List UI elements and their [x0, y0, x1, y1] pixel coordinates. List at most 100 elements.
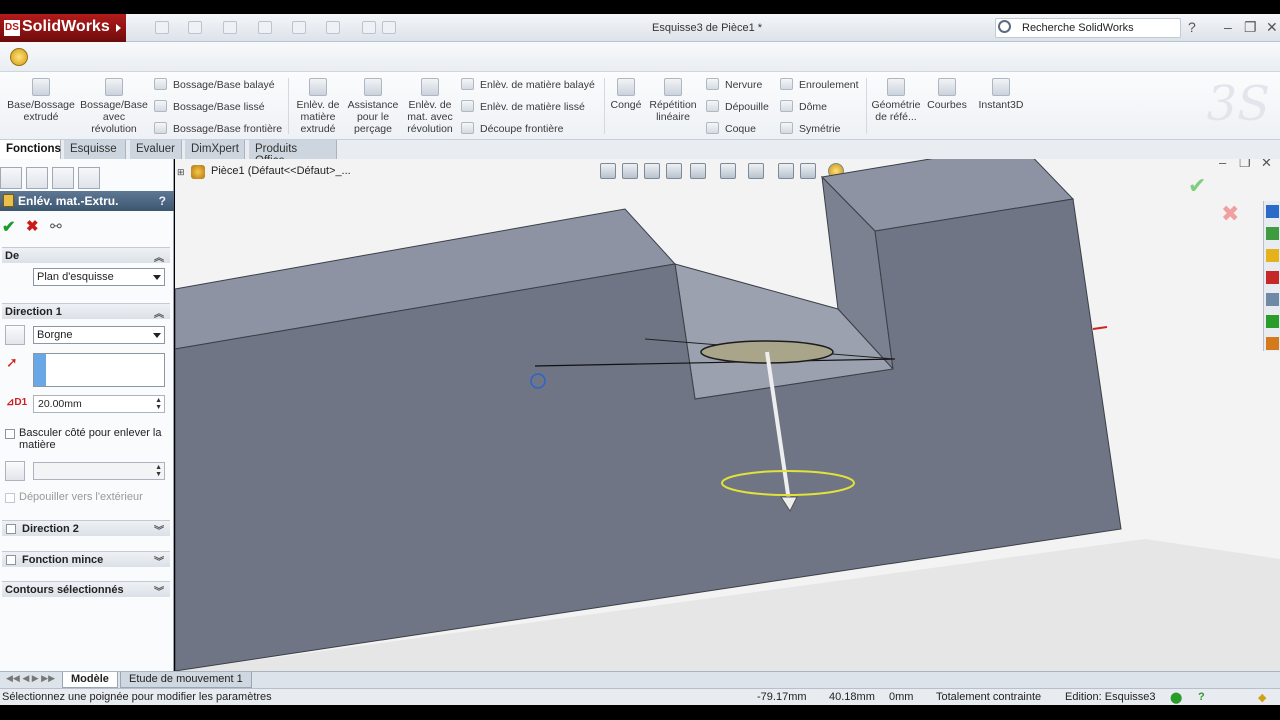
group-direction2[interactable]: Direction 2 ︾: [2, 520, 170, 537]
group-de[interactable]: De ︽: [2, 247, 170, 264]
solidworks-logo[interactable]: DS SolidWorks: [0, 14, 126, 42]
search-results-icon[interactable]: [1266, 271, 1279, 284]
tab-dimxpert[interactable]: DimXpert: [185, 140, 245, 159]
expand-icon: ︾: [154, 526, 164, 537]
thin-feature-label: Fonction mince: [22, 554, 104, 566]
tab-motion-study[interactable]: Etude de mouvement 1: [120, 672, 252, 688]
end-condition-select[interactable]: Borgne: [33, 326, 165, 344]
extrude-cut-button[interactable]: Enlèv. de matière extrudé: [294, 78, 342, 135]
dimxpert-tab-icon[interactable]: [78, 167, 100, 189]
checkbox-icon[interactable]: [5, 493, 15, 503]
expand-icon: ︾: [154, 557, 164, 568]
mirror-icon: [780, 122, 793, 134]
wrap-icon: [780, 78, 793, 90]
curves-button[interactable]: Courbes: [926, 78, 968, 111]
rebuild-icon[interactable]: [362, 21, 376, 34]
custom-properties-icon[interactable]: [1266, 337, 1279, 350]
direction-selection-box[interactable]: [33, 353, 165, 387]
boundary-boss-button[interactable]: Bossage/Base frontière: [154, 122, 282, 135]
tab-produits-office[interactable]: Produits Office: [249, 140, 337, 167]
preview-icon[interactable]: ⚯: [50, 218, 62, 235]
appearances-icon[interactable]: [1266, 315, 1279, 328]
hole-wizard-button[interactable]: Assistance pour le perçage: [346, 78, 400, 135]
revolve-boss-icon: [105, 78, 123, 96]
view-palette-icon[interactable]: [1266, 293, 1279, 306]
rib-button[interactable]: Nervure: [706, 78, 762, 91]
start-condition-select[interactable]: Plan d'esquisse: [33, 268, 165, 286]
depth-input[interactable]: 20.00mm ▲ ▼: [33, 395, 165, 413]
loft-cut-button[interactable]: Enlèv. de matière lissé: [461, 100, 585, 113]
separator: [288, 78, 289, 134]
spin-down-icon[interactable]: ▼: [155, 471, 162, 478]
loft-boss-button[interactable]: Bossage/Base lissé: [154, 100, 265, 113]
minimize-button[interactable]: –: [1224, 19, 1232, 35]
spin-up-icon[interactable]: ▲: [155, 397, 162, 404]
tab-scroll-arrows-icon[interactable]: ◀◀ ◀ ▶ ▶▶: [6, 673, 55, 684]
swept-boss-button[interactable]: Bossage/Base balayé: [154, 78, 275, 91]
help-icon[interactable]: ?: [1188, 19, 1196, 35]
configuration-tab-icon[interactable]: [52, 167, 74, 189]
draft-outward-checkbox[interactable]: Dépouiller vers l'extérieur: [5, 491, 165, 503]
draft-toggle-icon[interactable]: [5, 461, 25, 481]
property-manager-tab-icon[interactable]: [26, 167, 48, 189]
boundary-cut-button[interactable]: Découpe frontière: [461, 122, 563, 135]
flip-side-checkbox[interactable]: Basculer côté pour enlever la matière: [5, 427, 165, 451]
checkbox-icon[interactable]: [6, 555, 16, 565]
linear-pattern-button[interactable]: Répétition linéaire: [646, 78, 700, 123]
select-icon[interactable]: [326, 21, 340, 34]
reverse-direction-icon[interactable]: [5, 325, 25, 345]
revolve-cut-label: Enlèv. de mat. avec révolution: [407, 99, 453, 135]
graphics-area[interactable]: ⊞ Pièce1 (Défaut<<Défaut>_... – ❐ ✕ ✔ ✖: [175, 159, 1280, 671]
feature-tree-tab-icon[interactable]: [0, 167, 22, 189]
tools-status-icon[interactable]: ◆: [1258, 691, 1266, 704]
design-library-icon[interactable]: [1266, 227, 1279, 240]
group-selected-contours[interactable]: Contours sélectionnés ︾: [2, 581, 170, 598]
print-icon[interactable]: [258, 21, 272, 34]
draft-button[interactable]: Dépouille: [706, 100, 769, 113]
new-document-icon[interactable]: [155, 21, 169, 34]
file-explorer-icon[interactable]: [1266, 249, 1279, 262]
feature-manager-icon[interactable]: [10, 48, 28, 66]
instant3d-button[interactable]: Instant3D: [974, 78, 1028, 111]
reference-geometry-button[interactable]: Géométrie de réfé...: [870, 78, 922, 123]
tab-evaluer[interactable]: Evaluer: [130, 140, 182, 159]
restore-button[interactable]: ❐: [1244, 19, 1257, 36]
undo-icon[interactable]: [292, 21, 306, 34]
help-icon[interactable]: ?: [159, 194, 166, 208]
rib-icon: [706, 78, 719, 90]
extrude-cut-icon: [309, 78, 327, 96]
open-icon[interactable]: [188, 21, 202, 34]
revolve-cut-button[interactable]: Enlèv. de mat. avec révolution: [404, 78, 456, 135]
search-input[interactable]: Recherche SolidWorks: [995, 18, 1181, 38]
wrap-button[interactable]: Enroulement: [780, 78, 859, 91]
shell-button[interactable]: Coque: [706, 122, 756, 135]
checkbox-icon[interactable]: [5, 429, 15, 439]
checkbox-icon[interactable]: [6, 524, 16, 534]
resources-icon[interactable]: [1266, 205, 1279, 218]
close-button[interactable]: ✕: [1266, 19, 1278, 36]
fillet-button[interactable]: Congé: [608, 78, 644, 111]
cancel-icon[interactable]: ✖: [26, 217, 39, 235]
tab-esquisse[interactable]: Esquisse: [64, 140, 126, 159]
draft-angle-input[interactable]: ▲ ▼: [33, 462, 165, 480]
tab-fonctions[interactable]: Fonctions: [0, 140, 61, 159]
title-bar: DS SolidWorks Esquisse3 de Pièce1 * Reche…: [0, 14, 1280, 42]
save-icon[interactable]: [223, 21, 237, 34]
group-thin-feature[interactable]: Fonction mince ︾: [2, 551, 170, 568]
group-direction1[interactable]: Direction 1 ︽: [2, 303, 170, 320]
revolve-boss-button[interactable]: Bossage/Base avec révolution: [80, 78, 148, 135]
tab-model[interactable]: Modèle: [62, 672, 118, 688]
help-status-icon[interactable]: ?: [1198, 691, 1205, 703]
rebuild-status-icon[interactable]: ⬤: [1170, 691, 1182, 704]
confirm-corner-cancel-icon[interactable]: ✖: [1221, 201, 1239, 227]
options-icon[interactable]: [382, 21, 396, 34]
ok-icon[interactable]: ✔: [2, 217, 15, 237]
mirror-button[interactable]: Symétrie: [780, 122, 840, 135]
shell-label: Coque: [725, 123, 756, 135]
confirm-corner-ok-icon[interactable]: ✔: [1188, 173, 1206, 199]
extrude-boss-button[interactable]: Base/Bossage extrudé: [6, 78, 76, 123]
swept-cut-button[interactable]: Enlèv. de matière balayé: [461, 78, 595, 91]
spin-down-icon[interactable]: ▼: [155, 404, 162, 411]
spin-up-icon[interactable]: ▲: [155, 464, 162, 471]
dome-button[interactable]: Dôme: [780, 100, 827, 113]
